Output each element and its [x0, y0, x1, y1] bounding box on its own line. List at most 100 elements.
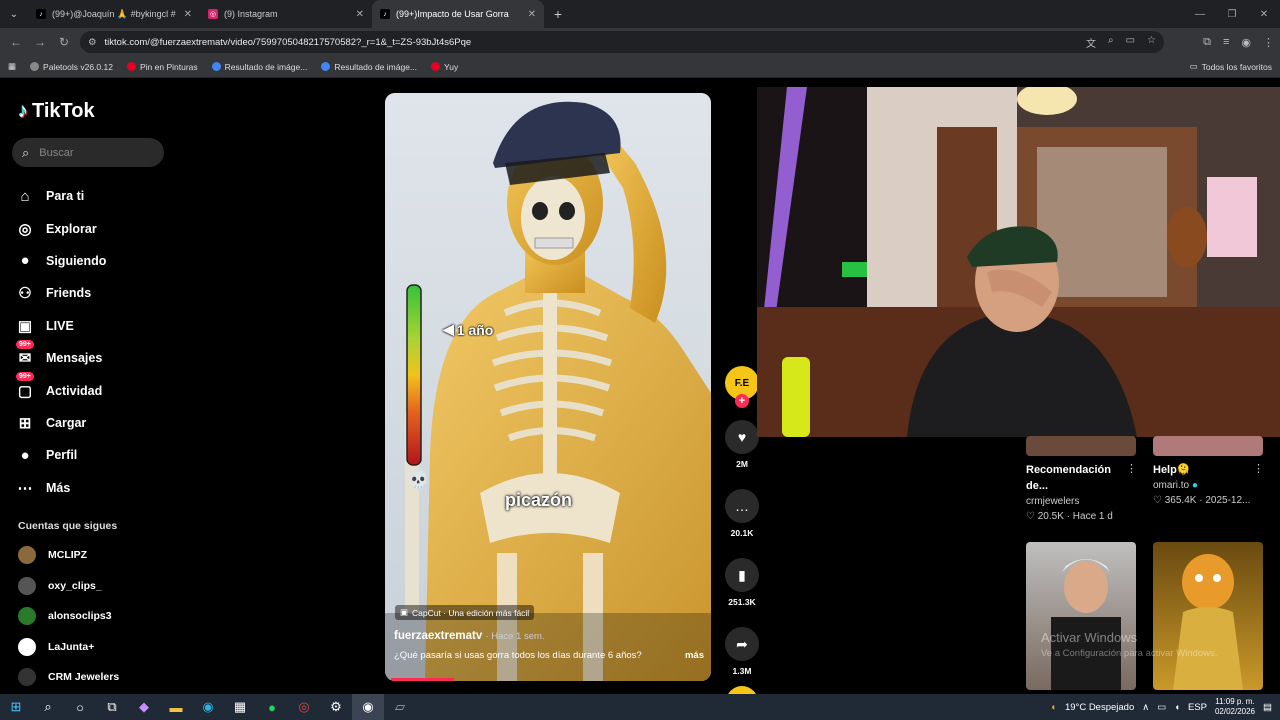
reading-list-icon[interactable]: ≡: [1223, 36, 1229, 48]
app-icon[interactable]: ▱: [384, 694, 416, 720]
network-icon[interactable]: ▭: [1157, 702, 1166, 713]
extensions-icon[interactable]: ⧉: [1203, 36, 1211, 49]
video-author[interactable]: fuerzaextrematv · Hace 1 sem.: [394, 630, 545, 642]
chrome-icon[interactable]: ◎: [288, 694, 320, 720]
tab-strip: ⌄ ♪ (99+)@Joaquín 🙏 #bykingcl # ✕ ◎ (9) …: [0, 0, 1280, 28]
close-window-icon[interactable]: ✕: [1248, 0, 1280, 28]
creator-avatar[interactable]: F.E +: [725, 366, 759, 408]
notifications-icon[interactable]: ▤: [1263, 702, 1272, 713]
reload-icon[interactable]: ↻: [52, 30, 76, 54]
capcut-icon: ▣: [400, 607, 409, 617]
bookmark-resultado-1[interactable]: Resultado de imáge...: [211, 62, 307, 72]
cortana-icon[interactable]: ○: [64, 694, 96, 720]
clock[interactable]: 11:09 p. m. 02/02/2026: [1215, 697, 1255, 717]
close-icon[interactable]: ✕: [528, 9, 536, 20]
sidebar-item-friends[interactable]: ⚇ Friends: [16, 277, 176, 309]
tab-joaquin[interactable]: ♪ (99+)@Joaquín 🙏 #bykingcl # ✕: [28, 0, 200, 28]
tray-chevron-icon[interactable]: ∧: [1142, 702, 1149, 713]
save-button[interactable]: ▮: [725, 558, 759, 592]
weather-text[interactable]: 19°C Despejado: [1065, 702, 1134, 713]
sidebar-item-activity[interactable]: ▢ 99+ Actividad: [16, 372, 176, 406]
more-options-icon[interactable]: ⋮: [1253, 462, 1264, 475]
back-icon[interactable]: ←: [4, 30, 28, 54]
search-input[interactable]: ⌕ Buscar: [12, 138, 164, 167]
rec-thumbnail-3[interactable]: [1026, 542, 1136, 690]
search-icon[interactable]: ⌕: [32, 694, 64, 720]
sidebar-item-label: Actividad: [46, 383, 103, 398]
tiktok-icon: ♪: [36, 9, 46, 19]
following-account[interactable]: oxy_clips_: [18, 571, 178, 602]
comment-icon: …: [735, 498, 749, 514]
close-icon[interactable]: ✕: [356, 9, 364, 20]
zoom-icon[interactable]: ⌕: [1108, 35, 1114, 50]
tab-search-button[interactable]: ⌄: [0, 0, 28, 28]
file-explorer-icon[interactable]: ▬: [160, 694, 192, 720]
tiktok-logo[interactable]: ♪ TikTok: [18, 100, 95, 123]
profile-avatar-icon[interactable]: ◉: [1241, 36, 1251, 49]
activate-windows-subtext: Ve a Configuración para activar Windows.: [1041, 648, 1218, 659]
like-button[interactable]: ♥: [725, 420, 759, 454]
task-view-icon[interactable]: ⧉: [96, 694, 128, 720]
tab-impacto-gorra[interactable]: ♪ (99+)Impacto de Usar Gorra ✕: [372, 0, 544, 28]
forward-icon[interactable]: →: [28, 30, 52, 54]
language-indicator[interactable]: ESP: [1188, 702, 1207, 713]
restore-icon[interactable]: ❐: [1216, 0, 1248, 28]
new-tab-button[interactable]: +: [544, 6, 572, 22]
following-account[interactable]: LaJunta+: [18, 632, 178, 663]
rec-thumbnail-1[interactable]: [1026, 436, 1136, 456]
minimize-icon[interactable]: —: [1184, 0, 1216, 28]
spotify-icon[interactable]: ●: [256, 694, 288, 720]
sidebar-item-compass[interactable]: ◎ Explorar: [16, 212, 176, 244]
friends-icon: ⚇: [18, 285, 32, 303]
settings-icon[interactable]: ⚙: [320, 694, 352, 720]
close-icon[interactable]: ✕: [184, 9, 192, 20]
all-bookmarks[interactable]: ▭ Todos los favoritos: [1190, 61, 1272, 72]
tab-instagram[interactable]: ◎ (9) Instagram ✕: [200, 0, 372, 28]
following-account[interactable]: MCLIPZ: [18, 540, 178, 571]
comment-button[interactable]: …: [725, 489, 759, 523]
rec-thumbnail-2[interactable]: [1153, 436, 1263, 456]
account-name: oxy_clips_: [48, 579, 102, 592]
capcut-tag[interactable]: ▣ CapCut · Una edición más fácil: [395, 605, 535, 620]
obs-icon[interactable]: ◉: [352, 694, 384, 720]
translate-icon[interactable]: 文: [1086, 35, 1096, 50]
more-options-icon[interactable]: ⋮: [1126, 462, 1137, 475]
store-icon[interactable]: ▦: [224, 694, 256, 720]
sidebar-item-profile[interactable]: ● Perfil: [16, 439, 176, 471]
bookmark-pinturas[interactable]: Pin en Pinturas: [126, 62, 198, 72]
rec-card-2[interactable]: Help🫠 omari.to ● ♡ 365.4K · 2025-12...: [1153, 462, 1263, 506]
share-icon: ➦: [736, 635, 748, 652]
bookmark-paletools[interactable]: Paletools v26.0.12: [30, 62, 113, 72]
follow-plus-icon[interactable]: +: [735, 394, 749, 408]
bookmark-resultado-2[interactable]: Resultado de imáge...: [321, 62, 417, 72]
verified-icon: ●: [1191, 480, 1198, 491]
following-account[interactable]: CRM Jewelers: [18, 662, 178, 693]
volume-icon[interactable]: ◖: [1174, 702, 1180, 713]
sidebar-item-messages[interactable]: ✉ 99+ Mensajes: [16, 339, 176, 374]
sidebar-item-upload[interactable]: ⊞ Cargar: [16, 407, 176, 439]
video-progress-bar[interactable]: [391, 678, 454, 681]
more-link[interactable]: más: [685, 650, 704, 661]
share-button[interactable]: ➦: [725, 627, 759, 661]
apps-icon[interactable]: ▦: [8, 61, 16, 72]
sidebar-item-home[interactable]: ⌂ Para ti: [16, 180, 176, 212]
sidebar-item-more[interactable]: ⋯ Más: [16, 472, 176, 504]
cast-icon[interactable]: ▭: [1126, 35, 1135, 50]
menu-icon[interactable]: ⋮: [1263, 36, 1274, 49]
windows-start-icon[interactable]: ⊞: [0, 694, 32, 720]
following-account[interactable]: alonsoclips3: [18, 601, 178, 632]
like-count: 2M: [736, 459, 748, 469]
bookmark-yuy[interactable]: Yuy: [431, 62, 458, 72]
site-info-icon[interactable]: ⚙: [88, 37, 97, 48]
rec-thumbnail-4[interactable]: [1153, 542, 1263, 690]
sidebar-item-live[interactable]: ▣ LIVE: [16, 310, 176, 342]
copilot-icon[interactable]: ◆: [128, 694, 160, 720]
address-bar[interactable]: ⚙ tiktok.com/@fuerzaextrematv/video/7599…: [80, 31, 1164, 53]
bookmark-star-icon[interactable]: ☆: [1147, 35, 1156, 50]
edge-icon[interactable]: ◉: [192, 694, 224, 720]
sidebar-item-label: Mensajes: [46, 351, 103, 366]
video-player[interactable]: 💀 ◀ 1 año picazón ▣ CapCut · Una edición m…: [385, 93, 711, 681]
sidebar-item-following[interactable]: ● Siguiendo: [16, 245, 176, 277]
folder-icon: ▭: [1189, 61, 1198, 71]
rec-card-1[interactable]: Recomendación de... crmjewelers ♡ 20.5K …: [1026, 462, 1136, 522]
